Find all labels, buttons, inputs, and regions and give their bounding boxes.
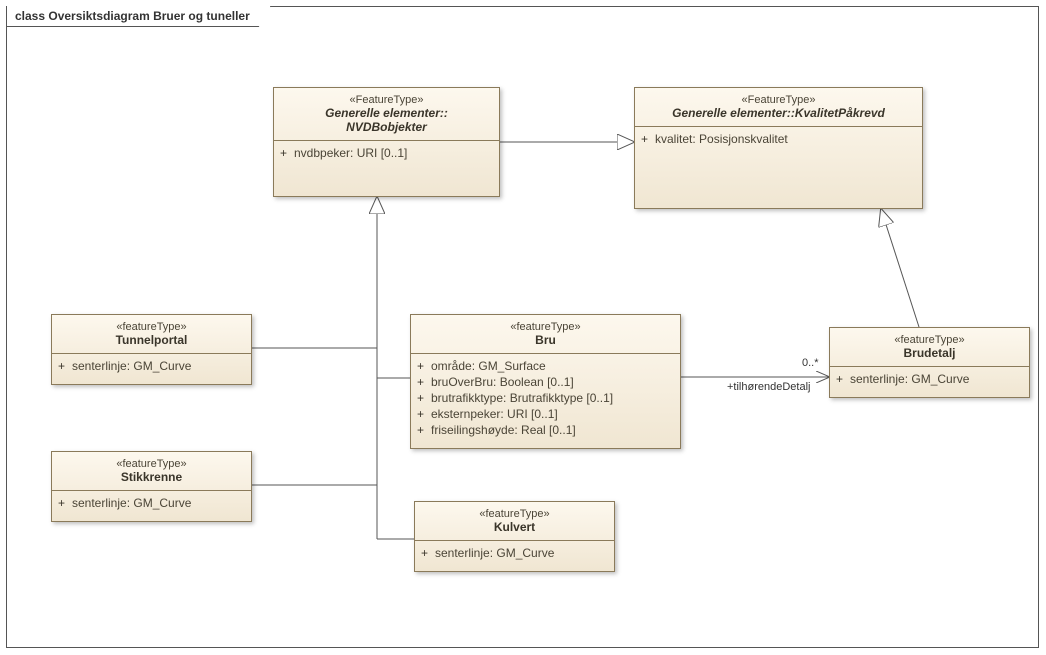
attribute-text: eksternpeker: URI [0..1] [431, 407, 558, 421]
stereotype: «featureType» [415, 321, 676, 333]
attributes: + senterlinje: GM_Curve [830, 367, 1029, 397]
stereotype: «featureType» [834, 334, 1025, 346]
attribute-row: + senterlinje: GM_Curve [58, 358, 245, 374]
class-name: Bru [415, 333, 676, 347]
class-name-line2: NVDBobjekter [278, 120, 495, 134]
attribute-text: senterlinje: GM_Curve [435, 546, 554, 560]
class-header: «featureType» Brudetalj [830, 328, 1029, 367]
class-name: Stikkrenne [56, 470, 247, 484]
class-name: Tunnelportal [56, 333, 247, 347]
class-header: «featureType» Bru [411, 315, 680, 354]
class-kvalitetpakrevd[interactable]: «FeatureType» Generelle elementer::Kvali… [634, 87, 923, 209]
class-header: «featureType» Tunnelportal [52, 315, 251, 354]
attributes: +område: GM_Surface +bruOverBru: Boolean… [411, 354, 680, 448]
attribute-row: + senterlinje: GM_Curve [836, 371, 1023, 387]
attribute-text: senterlinje: GM_Curve [72, 496, 191, 510]
attribute-row: + kvalitet: Posisjonskvalitet [641, 131, 916, 147]
attributes: + senterlinje: GM_Curve [52, 491, 251, 521]
diagram-frame: class Oversiktsdiagram Bruer og tuneller [6, 6, 1039, 648]
attribute-row: +eksternpeker: URI [0..1] [417, 406, 674, 422]
attribute-text: brutrafikktype: Brutrafikktype [0..1] [431, 391, 613, 405]
stereotype: «FeatureType» [278, 94, 495, 106]
attribute-row: +friseilingshøyde: Real [0..1] [417, 422, 674, 438]
diagram-title: class Oversiktsdiagram Bruer og tuneller [6, 6, 271, 27]
class-nvdbobjekter[interactable]: «FeatureType» Generelle elementer:: NVDB… [273, 87, 500, 197]
class-tunnelportal[interactable]: «featureType» Tunnelportal + senterlinje… [51, 314, 252, 385]
assoc-multiplicity: 0..* [802, 357, 819, 369]
attributes: + senterlinje: GM_Curve [52, 354, 251, 384]
attribute-text: senterlinje: GM_Curve [72, 359, 191, 373]
attribute-text: senterlinje: GM_Curve [850, 372, 969, 386]
attributes: + senterlinje: GM_Curve [415, 541, 614, 571]
attribute-row: + nvdbpeker: URI [0..1] [280, 145, 493, 161]
class-header: «featureType» Kulvert [415, 502, 614, 541]
class-stikkrenne[interactable]: «featureType» Stikkrenne + senterlinje: … [51, 451, 252, 522]
attributes: + nvdbpeker: URI [0..1] [274, 141, 499, 171]
class-name: Brudetalj [834, 346, 1025, 360]
assoc-role: +tilhørendeDetalj [727, 381, 810, 393]
class-name: Generelle elementer::KvalitetPåkrevd [639, 106, 918, 120]
attribute-row: +brutrafikktype: Brutrafikktype [0..1] [417, 390, 674, 406]
attribute-text: friseilingshøyde: Real [0..1] [431, 423, 576, 437]
class-brudetalj[interactable]: «featureType» Brudetalj + senterlinje: G… [829, 327, 1030, 398]
stereotype: «featureType» [56, 458, 247, 470]
attribute-text: nvdbpeker: URI [0..1] [294, 146, 407, 160]
attributes: + kvalitet: Posisjonskvalitet [635, 127, 922, 157]
attribute-row: + senterlinje: GM_Curve [421, 545, 608, 561]
stereotype: «featureType» [419, 508, 610, 520]
class-kulvert[interactable]: «featureType» Kulvert + senterlinje: GM_… [414, 501, 615, 572]
attribute-text: bruOverBru: Boolean [0..1] [431, 375, 574, 389]
attribute-text: område: GM_Surface [431, 359, 546, 373]
class-bru[interactable]: «featureType» Bru +område: GM_Surface +b… [410, 314, 681, 449]
stereotype: «FeatureType» [639, 94, 918, 106]
attribute-row: +område: GM_Surface [417, 358, 674, 374]
class-header: «FeatureType» Generelle elementer:: NVDB… [274, 88, 499, 141]
class-name-line1: Generelle elementer:: [278, 106, 495, 120]
attribute-row: +bruOverBru: Boolean [0..1] [417, 374, 674, 390]
attribute-row: + senterlinje: GM_Curve [58, 495, 245, 511]
class-header: «FeatureType» Generelle elementer::Kvali… [635, 88, 922, 127]
stereotype: «featureType» [56, 321, 247, 333]
attribute-text: kvalitet: Posisjonskvalitet [655, 132, 788, 146]
class-header: «featureType» Stikkrenne [52, 452, 251, 491]
class-name: Kulvert [419, 520, 610, 534]
